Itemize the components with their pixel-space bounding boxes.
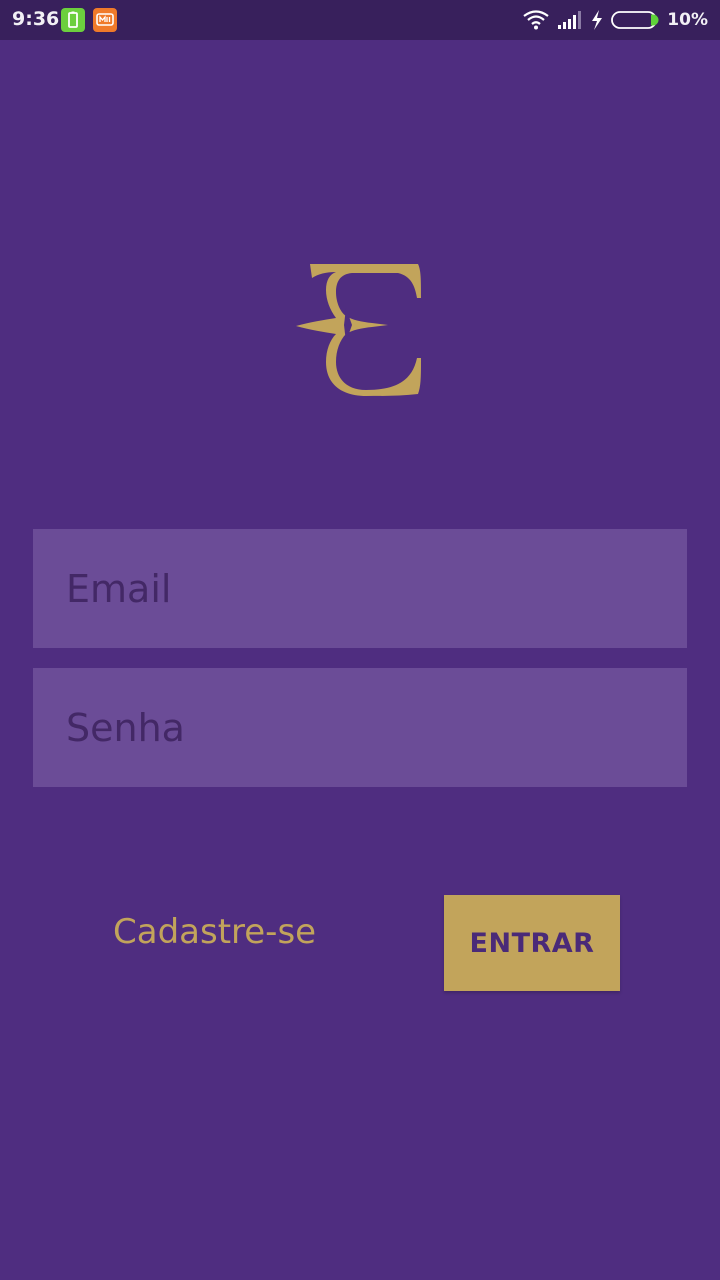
status-bar: 9:36 10% — [0, 0, 720, 40]
cellular-signal-icon — [558, 11, 582, 29]
wifi-icon — [523, 10, 549, 30]
login-button[interactable]: ENTRAR — [444, 895, 620, 991]
charging-bolt-icon — [592, 10, 603, 30]
signup-link[interactable]: Cadastre-se — [113, 912, 316, 952]
status-time: 9:36 — [12, 8, 60, 30]
mi-app-icon — [93, 8, 117, 32]
battery-app-icon — [61, 8, 85, 32]
brand-logo-icon — [296, 264, 421, 396]
password-field[interactable] — [33, 668, 687, 787]
email-field[interactable] — [33, 529, 687, 648]
battery-percent: 10% — [667, 10, 708, 30]
login-screen: 9:36 10% Email Cadastre-se ENTRAR — [0, 0, 720, 1280]
battery-icon — [611, 11, 659, 29]
status-indicators: 10% — [515, 0, 708, 40]
